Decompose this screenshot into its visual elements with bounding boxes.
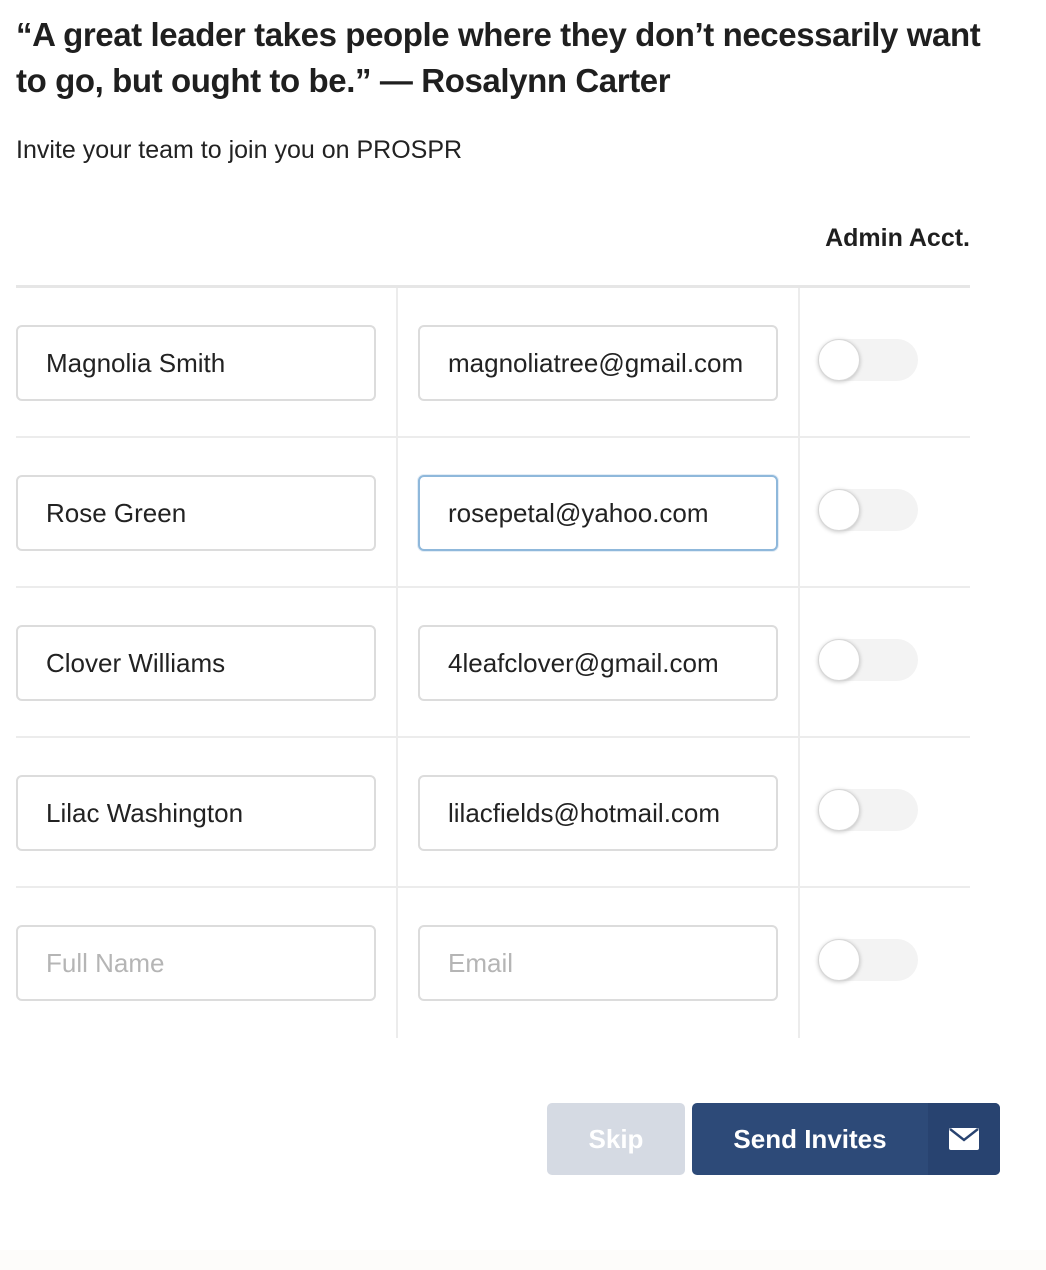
toggle-knob — [818, 639, 860, 681]
invite-row-empty — [16, 888, 970, 1038]
send-invites-label: Send Invites — [733, 1124, 887, 1154]
envelope-icon — [928, 1103, 1000, 1175]
toggle-knob — [818, 939, 860, 981]
full-name-input[interactable] — [16, 325, 376, 401]
page-footer-band — [0, 1250, 1046, 1270]
invite-row — [16, 438, 970, 588]
full-name-input[interactable] — [16, 775, 376, 851]
invite-row — [16, 588, 970, 738]
invite-row — [16, 738, 970, 888]
admin-toggle[interactable] — [818, 489, 918, 531]
email-input[interactable] — [418, 925, 778, 1001]
full-name-input[interactable] — [16, 925, 376, 1001]
full-name-input[interactable] — [16, 625, 376, 701]
admin-column-header: Admin Acct. — [825, 224, 970, 252]
email-input[interactable] — [418, 625, 778, 701]
admin-toggle[interactable] — [818, 939, 918, 981]
admin-toggle[interactable] — [818, 339, 918, 381]
toggle-knob — [818, 489, 860, 531]
email-input[interactable] — [418, 775, 778, 851]
toggle-knob — [818, 339, 860, 381]
admin-toggle[interactable] — [818, 789, 918, 831]
toggle-knob — [818, 789, 860, 831]
invite-subtitle: Invite your team to join you on PROSPR — [16, 136, 463, 164]
skip-button[interactable]: Skip — [547, 1103, 685, 1175]
full-name-input[interactable] — [16, 475, 376, 551]
email-input[interactable] — [418, 475, 778, 551]
invite-team-page: “A great leader takes people where they … — [0, 0, 1046, 1270]
admin-toggle[interactable] — [818, 639, 918, 681]
send-invites-button[interactable]: Send Invites — [692, 1103, 1000, 1175]
email-input[interactable] — [418, 325, 778, 401]
invite-row — [16, 288, 970, 438]
leadership-quote: “A great leader takes people where they … — [16, 16, 981, 99]
